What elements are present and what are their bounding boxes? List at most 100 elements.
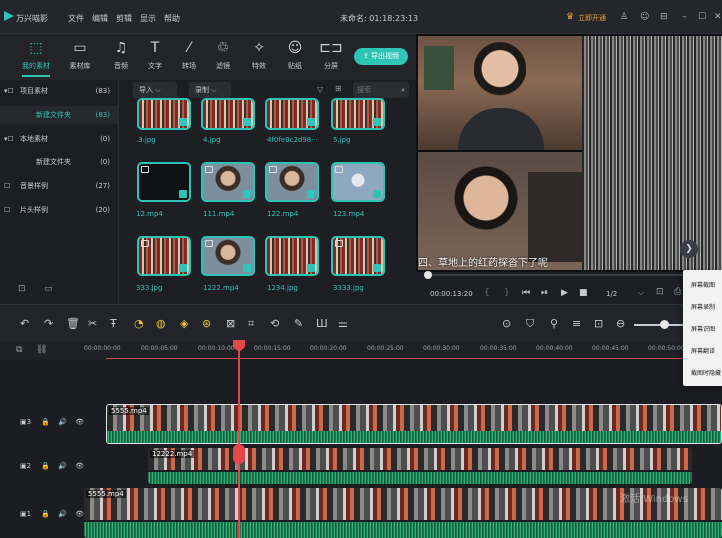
delete-icon[interactable]: 🗑 (66, 317, 80, 330)
link-icon[interactable]: ⛓ (36, 345, 47, 355)
grid-view-icon[interactable]: ⊞ (335, 84, 342, 93)
sidebar-item-local-media[interactable]: ▾☐ 本地素材 (0) (0, 130, 118, 148)
visibility-icon[interactable]: 👁 (75, 418, 84, 426)
tab-text[interactable]: T 文字 (137, 38, 173, 71)
menu-help[interactable]: 帮助 (164, 13, 180, 24)
crop-icon[interactable]: ⌗ (248, 317, 254, 331)
media-thumb-1222mp4[interactable] (201, 236, 255, 276)
timeline-ruler[interactable]: ⧉ ⛓ 00:00:00:00 00:00:05:00 00:00:10:00 … (0, 342, 722, 360)
export-button[interactable]: ⇪ 导出视频 (354, 48, 408, 65)
redo-icon[interactable]: ↷ (44, 317, 53, 330)
audio-toggle-icon[interactable]: 🔊 (58, 510, 67, 518)
tab-sticker[interactable]: ☺ 贴纸 (277, 38, 313, 71)
pen-icon[interactable]: ✎ (294, 317, 303, 330)
menu-file[interactable]: 文件 (68, 13, 84, 24)
media-thumb-333jpg[interactable] (137, 236, 191, 276)
sidebar-item-intro-samples[interactable]: ☐ 片头样例 (20) (0, 201, 118, 219)
context-item-screen-record[interactable]: 屏幕录制 (691, 302, 715, 311)
media-thumb-111mp4[interactable] (201, 162, 255, 202)
context-item-screen-ocr[interactable]: 屏幕识图 (691, 324, 715, 333)
tab-audio[interactable]: ♫ 音频 (103, 38, 139, 71)
mask-icon[interactable]: ⊛ (202, 317, 211, 330)
audio-toggle-icon[interactable]: 🔊 (58, 462, 67, 470)
menu-edit[interactable]: 编辑 (92, 13, 108, 24)
minimize-icon[interactable]: – (682, 12, 687, 22)
stop-icon[interactable]: ■ (579, 288, 588, 298)
text-tool-icon[interactable]: Ŧ (110, 317, 117, 330)
media-thumb-123mp4[interactable] (331, 162, 385, 202)
tab-my-media[interactable]: ⬚ 我的素材 (18, 38, 54, 77)
fit-icon[interactable]: ⊠ (226, 317, 235, 330)
timeline-clip-track2[interactable]: 12222.mp4 (148, 448, 692, 484)
lock-icon[interactable]: 🔒 (41, 462, 50, 470)
prev-frame-icon[interactable]: ⏮ (522, 288, 530, 298)
lock-icon[interactable]: 🔒 (41, 510, 50, 518)
timeline-clip-track3[interactable]: 5555.mp4 (106, 404, 722, 444)
media-thumb-1234jpg[interactable] (265, 236, 319, 276)
new-folder-icon[interactable]: ▭ (44, 284, 53, 294)
media-thumb-12mp4[interactable] (137, 162, 191, 202)
zoom-slider[interactable] (634, 324, 684, 326)
media-thumb-3333jpg[interactable] (331, 236, 385, 276)
media-thumb-3jpg[interactable] (137, 98, 191, 130)
mark-in-icon[interactable]: { (484, 288, 490, 298)
track-add-icon[interactable]: ⧉ (16, 345, 22, 355)
filter-icon[interactable]: ▽ (317, 85, 323, 94)
progress-handle[interactable] (424, 271, 432, 279)
maximize-icon[interactable]: ☐ (698, 12, 706, 22)
context-item-screenshot[interactable]: 屏幕截图 (691, 280, 715, 289)
shield-icon[interactable]: ⛉ (526, 317, 534, 331)
visibility-icon[interactable]: 👁 (75, 510, 84, 518)
snapshot-tl-icon[interactable]: ⊡ (594, 317, 603, 330)
quality-dropdown[interactable]: 1/2 (606, 290, 617, 298)
rotate-icon[interactable]: ⟲ (270, 317, 279, 330)
import-dropdown[interactable]: 导入 ⌵ (133, 82, 177, 98)
search-input[interactable]: 搜索 ⌕ (353, 82, 409, 98)
render-icon[interactable]: ⊙ (502, 317, 511, 330)
menu-clip[interactable]: 剪辑 (116, 13, 132, 24)
media-thumb-5jpg[interactable] (331, 98, 385, 130)
snapshot-icon[interactable]: ⎙ (674, 287, 681, 297)
progress-track[interactable] (424, 274, 716, 276)
menu-view[interactable]: 显示 (140, 13, 156, 24)
mic-icon[interactable]: ⚲ (550, 317, 558, 330)
save-icon[interactable]: ⊟ (660, 12, 668, 22)
media-thumb-122mp4[interactable] (265, 162, 319, 202)
split-icon[interactable]: ✂ (88, 317, 97, 330)
tab-transition[interactable]: ⁄ 转场 (171, 38, 207, 71)
zoom-slider-handle[interactable] (660, 320, 669, 329)
mixer-icon[interactable]: ≡ (572, 317, 581, 330)
tab-filter[interactable]: ♲ 滤镜 (205, 38, 241, 71)
playhead[interactable] (238, 342, 240, 538)
add-folder-icon[interactable]: ⊡ (18, 284, 26, 294)
tab-library[interactable]: ▭ 素材库 (62, 38, 98, 71)
close-icon[interactable]: ✕ (714, 12, 722, 22)
tab-splitscreen[interactable]: ⊏⊐ 分屏 (313, 38, 349, 71)
sidebar-item-sound-samples[interactable]: ☐ 音景样例 (27) (0, 177, 118, 195)
notification-icon[interactable]: ☺ (640, 12, 649, 22)
upgrade-link[interactable]: 立即开通 (578, 13, 606, 23)
tab-effects[interactable]: ✧ 特效 (241, 38, 277, 71)
undo-icon[interactable]: ↶ (20, 317, 29, 330)
visibility-icon[interactable]: 👁 (75, 462, 84, 470)
sidebar-item-project-media[interactable]: ▾☐ 项目素材 (83) (0, 82, 118, 100)
zoom-out-icon[interactable]: ⊖ (616, 317, 625, 330)
context-item-hide-on-capture[interactable]: 截图时隐藏 (691, 368, 721, 377)
keyframe-icon[interactable]: ◈ (180, 317, 188, 330)
account-icon[interactable]: ♙ (620, 12, 628, 22)
mark-out-icon[interactable]: } (504, 288, 510, 298)
speed-icon[interactable]: ◍ (156, 317, 166, 330)
lock-icon[interactable]: 🔒 (41, 418, 50, 426)
context-item-screen-translate[interactable]: 屏幕翻译 (691, 346, 715, 355)
subtitle-icon[interactable]: Ш (316, 317, 328, 330)
preview-nav-icon[interactable]: ❯ (680, 240, 698, 258)
display-icon[interactable]: ⊡ (656, 287, 664, 297)
audio-toggle-icon[interactable]: 🔊 (58, 418, 67, 426)
sidebar-item-new-folder-2[interactable]: 新建文件夹 (0) (0, 153, 118, 171)
chevron-down-icon[interactable]: ⌵ (638, 288, 644, 298)
sidebar-item-new-folder[interactable]: 新建文件夹 (83) (0, 106, 118, 124)
media-thumb-4jpg[interactable] (201, 98, 255, 130)
play-icon[interactable]: ▶ (561, 288, 568, 298)
step-forward-icon[interactable]: ⏯ (541, 288, 548, 298)
record-dropdown[interactable]: 录制 ⌵ (189, 82, 231, 98)
